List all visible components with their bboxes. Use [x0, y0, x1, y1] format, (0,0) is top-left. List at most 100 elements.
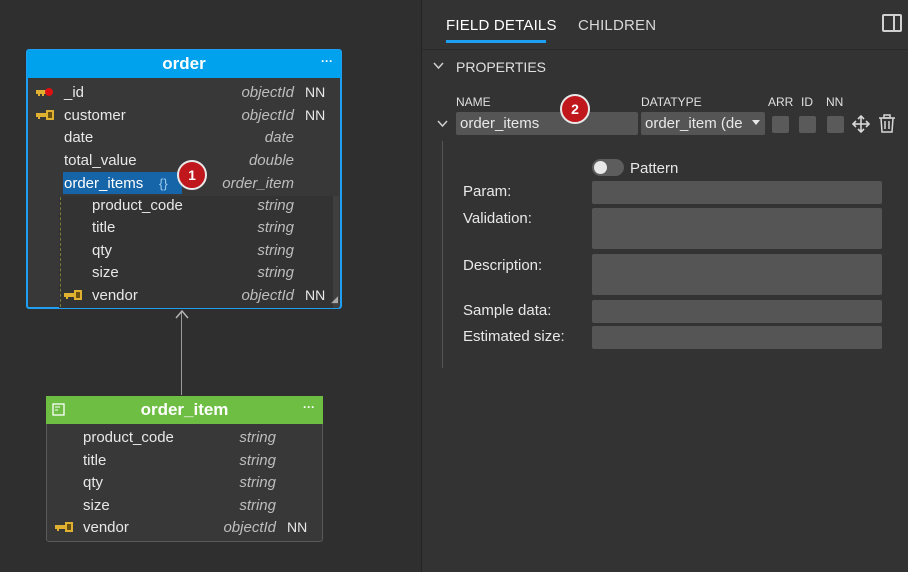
field-type: string	[239, 473, 276, 491]
validation-textarea[interactable]	[592, 208, 882, 249]
field-name: size	[83, 496, 110, 514]
callout-badge-1: 1	[177, 160, 207, 190]
field-name: vendor	[92, 286, 138, 304]
column-nn-header: NN	[826, 95, 844, 109]
field-type: date	[264, 128, 294, 146]
field-type: string	[257, 241, 294, 259]
field-type: double	[248, 151, 294, 169]
field-type: objectId	[241, 106, 294, 124]
primary-key-icon	[36, 88, 53, 96]
description-textarea[interactable]	[592, 254, 882, 295]
field-nn: NN	[305, 287, 326, 303]
column-id-header: ID	[801, 95, 813, 109]
field-type: objectId	[223, 518, 276, 536]
field-name: date	[64, 128, 94, 146]
entity-order-header[interactable]: order ···	[27, 50, 341, 78]
field-type: string	[257, 196, 294, 214]
field-row-product-code[interactable]: product_code string	[47, 426, 322, 448]
id-checkbox[interactable]	[799, 116, 816, 133]
field-name: order_items	[64, 174, 144, 192]
field-type: string	[257, 263, 294, 281]
pattern-label: Pattern	[630, 160, 679, 177]
move-icon[interactable]	[851, 114, 871, 134]
field-row-size[interactable]: size string	[47, 494, 322, 516]
tree-indent-line	[442, 141, 443, 368]
resize-grip-icon[interactable]: ◢	[331, 294, 338, 305]
field-type: objectId	[241, 83, 294, 101]
callout-badge-2: 2	[560, 94, 590, 124]
delete-icon[interactable]	[878, 114, 896, 133]
validation-label: Validation:	[463, 210, 532, 227]
sample-data-label: Sample data:	[463, 302, 552, 319]
field-name: qty	[83, 473, 104, 491]
param-label: Param:	[463, 183, 512, 200]
active-tab-indicator	[446, 40, 546, 43]
field-name: size	[92, 263, 119, 281]
properties-panel: FIELD DETAILS CHILDREN PROPERTIES NAME D…	[421, 0, 908, 572]
section-properties[interactable]: PROPERTIES	[456, 59, 546, 75]
estimated-size-label: Estimated size:	[463, 328, 565, 345]
field-name: title	[83, 451, 107, 469]
estimated-size-input[interactable]	[592, 326, 882, 349]
field-name: product_code	[83, 428, 174, 446]
chevron-down-icon[interactable]	[433, 62, 444, 70]
field-name: title	[92, 218, 116, 236]
field-type: string	[257, 218, 294, 236]
relationship-arrow-icon	[175, 309, 189, 319]
relationship-line[interactable]	[181, 311, 182, 395]
foreign-key-icon	[36, 110, 54, 120]
toggle-panel-icon[interactable]	[882, 14, 902, 32]
tab-field-details[interactable]: FIELD DETAILS	[446, 17, 557, 34]
entity-menu-icon[interactable]: ···	[303, 400, 315, 414]
dropdown-caret-icon	[752, 120, 760, 125]
field-name: total_value	[64, 151, 137, 169]
field-row-vendor[interactable]: vendor objectId NN	[47, 516, 322, 538]
datatype-select[interactable]: order_item (de	[641, 112, 765, 135]
field-name: product_code	[92, 196, 183, 214]
entity-order-title: order	[162, 54, 206, 73]
description-label: Description:	[463, 257, 543, 274]
field-type: string	[239, 451, 276, 469]
sample-data-input[interactable]	[592, 300, 882, 323]
object-braces-icon: {}	[159, 175, 168, 191]
subfield-row-title[interactable]: title string	[28, 216, 340, 238]
field-nn: NN	[305, 84, 326, 100]
field-type: string	[239, 496, 276, 514]
subfield-row-product-code[interactable]: product_code string	[28, 194, 340, 216]
diagram-canvas[interactable]: order ··· _id objectId NN customer objec…	[0, 0, 421, 572]
field-row-customer[interactable]: customer objectId NN	[28, 104, 340, 126]
column-datatype-header: DATATYPE	[641, 95, 702, 109]
field-type: string	[239, 428, 276, 446]
field-row-id[interactable]: _id objectId NN	[28, 81, 340, 103]
chevron-down-icon[interactable]	[437, 120, 448, 128]
field-type: order_item	[222, 174, 294, 192]
arr-checkbox[interactable]	[772, 116, 789, 133]
pattern-toggle[interactable]	[592, 159, 624, 176]
nn-checkbox[interactable]	[827, 116, 844, 133]
entity-order-item-header[interactable]: order_item ···	[46, 396, 323, 424]
document-icon	[52, 403, 65, 416]
entity-order-item[interactable]: order_item ··· product_code string title…	[46, 396, 323, 542]
field-name: vendor	[83, 518, 129, 536]
field-name: qty	[92, 241, 113, 259]
field-row-date[interactable]: date date	[28, 126, 340, 148]
field-type: objectId	[241, 286, 294, 304]
foreign-key-icon	[64, 290, 82, 300]
param-input[interactable]	[592, 181, 882, 204]
column-name-header: NAME	[456, 95, 491, 109]
panel-tabs: FIELD DETAILS CHILDREN	[422, 0, 908, 50]
field-name-input[interactable]: order_items	[456, 112, 638, 135]
subfield-row-vendor[interactable]: vendor objectId NN	[28, 284, 340, 306]
subfield-row-qty[interactable]: qty string	[28, 239, 340, 261]
datatype-value: order_item (de	[645, 115, 743, 132]
subfield-row-size[interactable]: size string	[28, 261, 340, 283]
field-nn: NN	[305, 107, 326, 123]
field-name: customer	[64, 106, 126, 124]
entity-order-item-title: order_item	[140, 400, 229, 419]
field-row-title[interactable]: title string	[47, 449, 322, 471]
foreign-key-icon	[55, 522, 73, 532]
tab-children[interactable]: CHILDREN	[578, 17, 656, 34]
field-row-qty[interactable]: qty string	[47, 471, 322, 493]
field-nn: NN	[287, 519, 308, 535]
entity-menu-icon[interactable]: ···	[321, 54, 333, 68]
